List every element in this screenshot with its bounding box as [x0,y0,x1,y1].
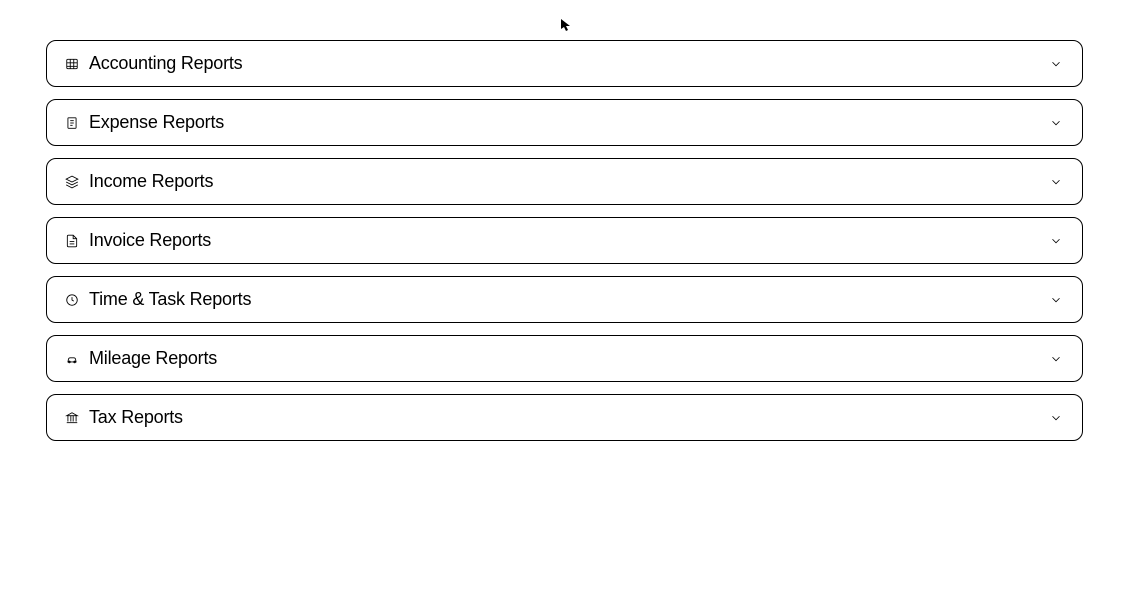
accordion-label: Tax Reports [89,407,1048,428]
accordion-tax-reports[interactable]: Tax Reports [46,394,1083,441]
table-icon [65,57,79,71]
accordion-invoice-reports[interactable]: Invoice Reports [46,217,1083,264]
chevron-down-icon [1048,351,1064,367]
accordion-label: Invoice Reports [89,230,1048,251]
accordion-mileage-reports[interactable]: Mileage Reports [46,335,1083,382]
chevron-down-icon [1048,115,1064,131]
chevron-down-icon [1048,233,1064,249]
bank-icon [65,411,79,425]
accordion-label: Accounting Reports [89,53,1048,74]
file-icon [65,234,79,248]
accordion-label: Mileage Reports [89,348,1048,369]
accordion-accounting-reports[interactable]: Accounting Reports [46,40,1083,87]
chevron-down-icon [1048,56,1064,72]
clock-icon [65,293,79,307]
chevron-down-icon [1048,410,1064,426]
accordion-label: Expense Reports [89,112,1048,133]
stack-icon [65,175,79,189]
car-icon [65,352,79,366]
chevron-down-icon [1048,292,1064,308]
accordion-expense-reports[interactable]: Expense Reports [46,99,1083,146]
mouse-cursor [561,18,573,30]
report-accordion-list: Accounting Reports Expense Reports Incom… [46,40,1083,441]
accordion-income-reports[interactable]: Income Reports [46,158,1083,205]
accordion-label: Time & Task Reports [89,289,1048,310]
chevron-down-icon [1048,174,1064,190]
receipt-icon [65,116,79,130]
accordion-label: Income Reports [89,171,1048,192]
accordion-time-task-reports[interactable]: Time & Task Reports [46,276,1083,323]
